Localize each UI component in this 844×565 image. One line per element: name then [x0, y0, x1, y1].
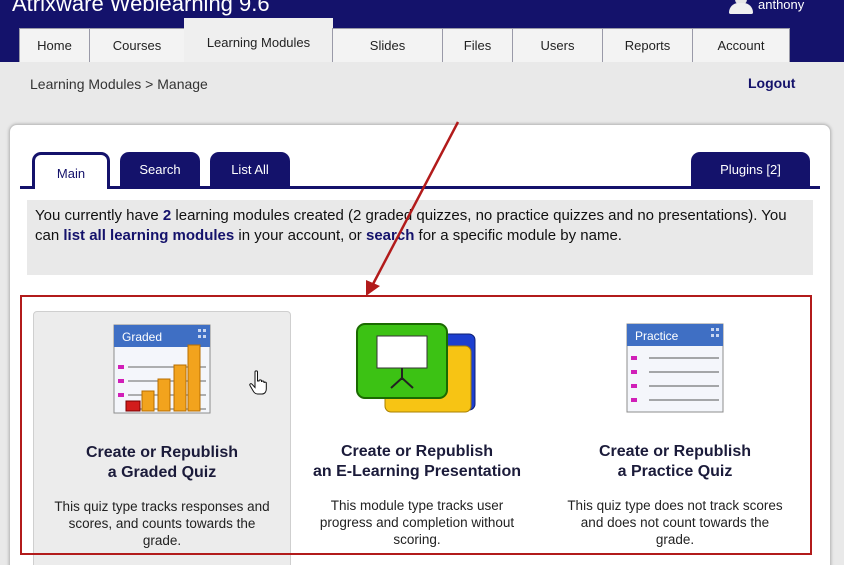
module-count: 2	[162, 207, 172, 224]
list-all-link[interactable]: list all learning modules	[63, 227, 234, 244]
subtab-search[interactable]: Search	[120, 152, 200, 187]
tab-reports[interactable]: Reports	[602, 28, 693, 62]
hand-cursor-icon	[249, 370, 267, 395]
info-text-post: for a specific module by name.	[418, 227, 622, 244]
subtab-main[interactable]: Main	[32, 152, 110, 189]
subtab-plugins[interactable]: Plugins [2]	[691, 152, 810, 187]
tab-learning-modules[interactable]: Learning Modules	[184, 18, 333, 62]
top-header: Atrixware Weblearning 9.6 anthony Home C…	[0, 0, 844, 62]
tab-files[interactable]: Files	[442, 28, 513, 62]
breadcrumb: Learning Modules > Manage	[30, 76, 208, 92]
search-link[interactable]: search	[366, 227, 414, 244]
annotation-highlight-box	[20, 295, 812, 555]
tab-users[interactable]: Users	[512, 28, 603, 62]
app-title: Atrixware Weblearning 9.6	[12, 0, 270, 16]
tab-home[interactable]: Home	[19, 28, 90, 62]
logout-link[interactable]: Logout	[748, 75, 795, 91]
subtab-list-all[interactable]: List All	[210, 152, 290, 187]
sub-tabs: Main Search List All Plugins [2]	[20, 152, 820, 189]
user-menu[interactable]: anthony	[728, 0, 804, 14]
tab-slides[interactable]: Slides	[332, 28, 443, 62]
info-text-mid2: in your account, or	[238, 227, 362, 244]
tab-courses[interactable]: Courses	[89, 28, 185, 62]
user-name: anthony	[758, 0, 805, 12]
tab-account[interactable]: Account	[692, 28, 790, 62]
main-nav: Home Courses Learning Modules Slides Fil…	[19, 18, 790, 62]
info-message: You currently have 2 learning modules cr…	[27, 200, 813, 275]
info-text-pre: You currently have	[35, 207, 159, 224]
avatar	[728, 0, 754, 14]
